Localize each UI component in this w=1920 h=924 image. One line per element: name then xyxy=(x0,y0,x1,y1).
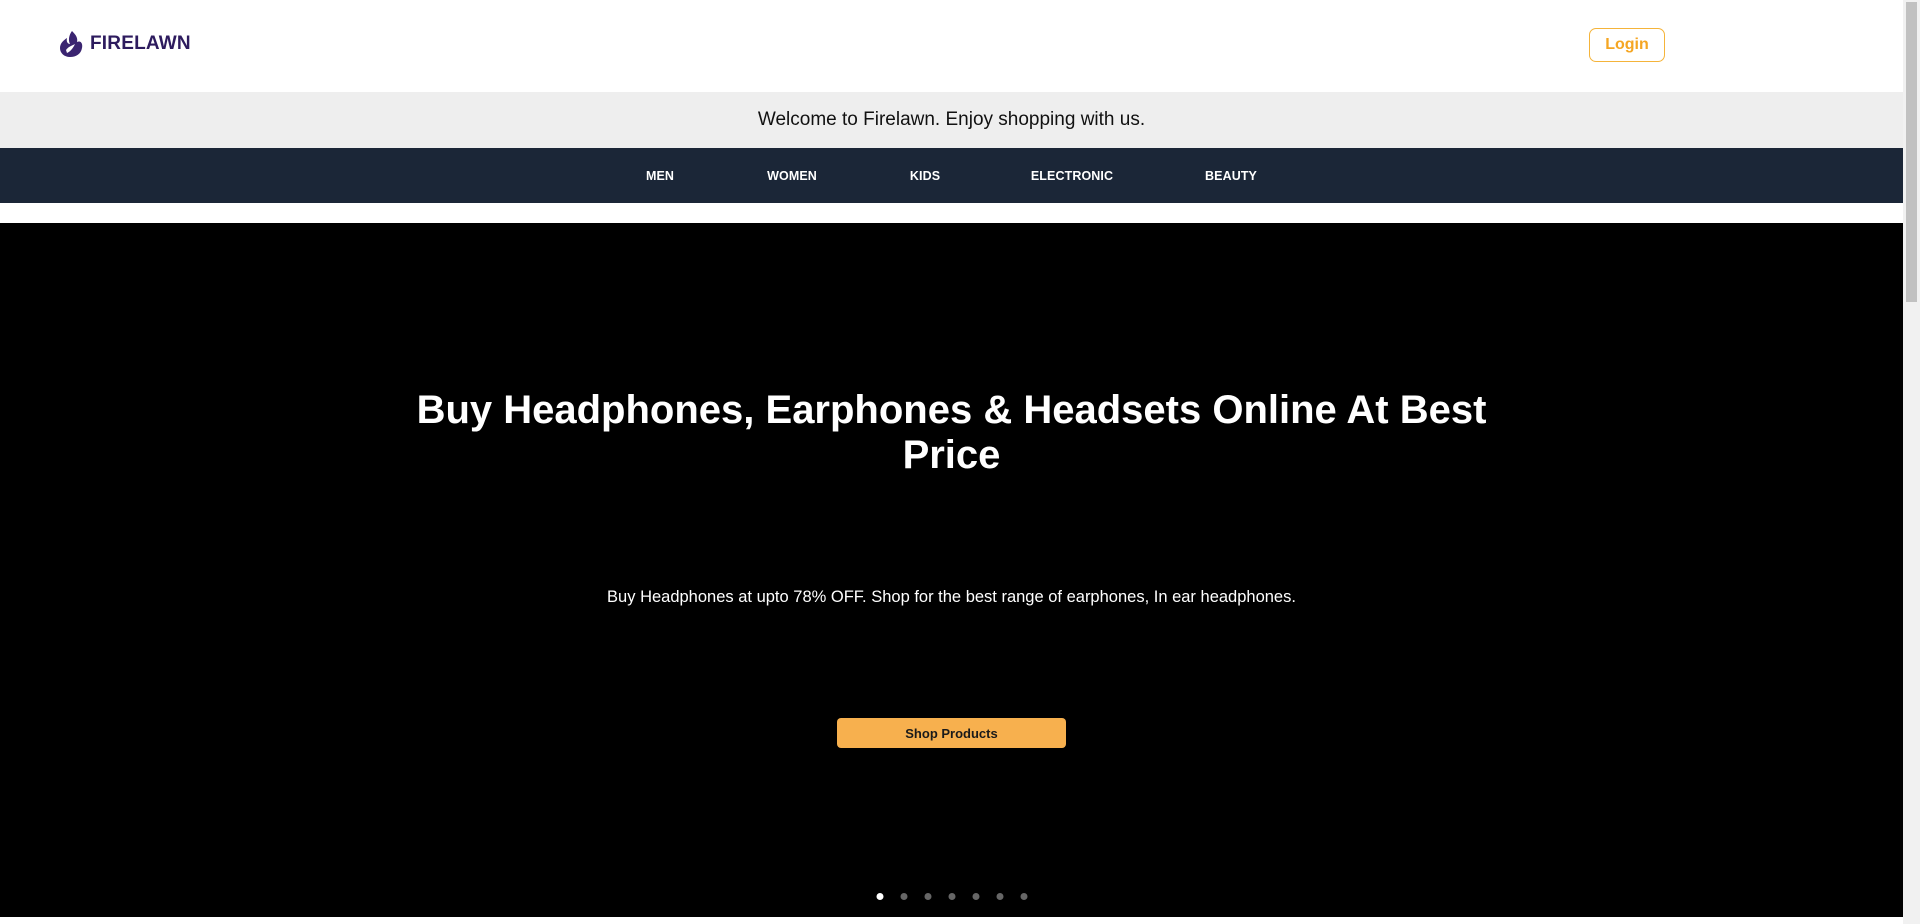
hero-title: Buy Headphones, Earphones & Headsets Onl… xyxy=(0,388,1903,478)
nav-item-kids[interactable]: KIDS xyxy=(910,148,940,203)
brand-name: FIRELAWN xyxy=(90,33,191,54)
carousel-dot-2[interactable] xyxy=(900,893,908,900)
flame-logo-icon xyxy=(60,31,83,57)
nav-item-women[interactable]: WOMEN xyxy=(767,148,817,203)
brand-logo[interactable]: FIRELAWN xyxy=(58,30,191,58)
nav-item-men[interactable]: MEN xyxy=(646,148,674,203)
vertical-scrollbar[interactable] xyxy=(1903,0,1920,924)
carousel-dot-4[interactable] xyxy=(948,893,956,900)
category-nav: MEN WOMEN KIDS ELECTRONIC BEAUTY xyxy=(0,148,1903,203)
carousel-dot-5[interactable] xyxy=(972,893,980,900)
hero-title-line-1: Buy Headphones, Earphones & Headsets Onl… xyxy=(416,388,1487,432)
browser-viewport: FIRELAWN Login Welcome to Firelawn. Enjo… xyxy=(0,0,1903,924)
hero-carousel: Buy Headphones, Earphones & Headsets Onl… xyxy=(0,223,1903,917)
site-header: FIRELAWN Login xyxy=(0,0,1903,92)
welcome-banner: Welcome to Firelawn. Enjoy shopping with… xyxy=(0,92,1903,148)
nav-item-beauty[interactable]: BEAUTY xyxy=(1205,148,1257,203)
carousel-dot-1[interactable] xyxy=(876,893,884,900)
login-button[interactable]: Login xyxy=(1589,28,1665,62)
hero-title-line-2: Price xyxy=(902,433,1001,477)
scrollbar-thumb[interactable] xyxy=(1906,2,1917,302)
nav-item-electronic[interactable]: ELECTRONIC xyxy=(1031,148,1113,203)
welcome-text: Welcome to Firelawn. Enjoy shopping with… xyxy=(757,109,1146,130)
page: FIRELAWN Login Welcome to Firelawn. Enjo… xyxy=(0,0,1920,924)
carousel-dot-3[interactable] xyxy=(924,893,932,900)
carousel-dots xyxy=(0,893,1903,903)
hero-subtitle: Buy Headphones at upto 78% OFF. Shop for… xyxy=(607,588,1296,606)
carousel-dot-6[interactable] xyxy=(996,893,1004,900)
carousel-dot-7[interactable] xyxy=(1020,893,1028,900)
shop-products-button[interactable]: Shop Products xyxy=(837,718,1066,748)
